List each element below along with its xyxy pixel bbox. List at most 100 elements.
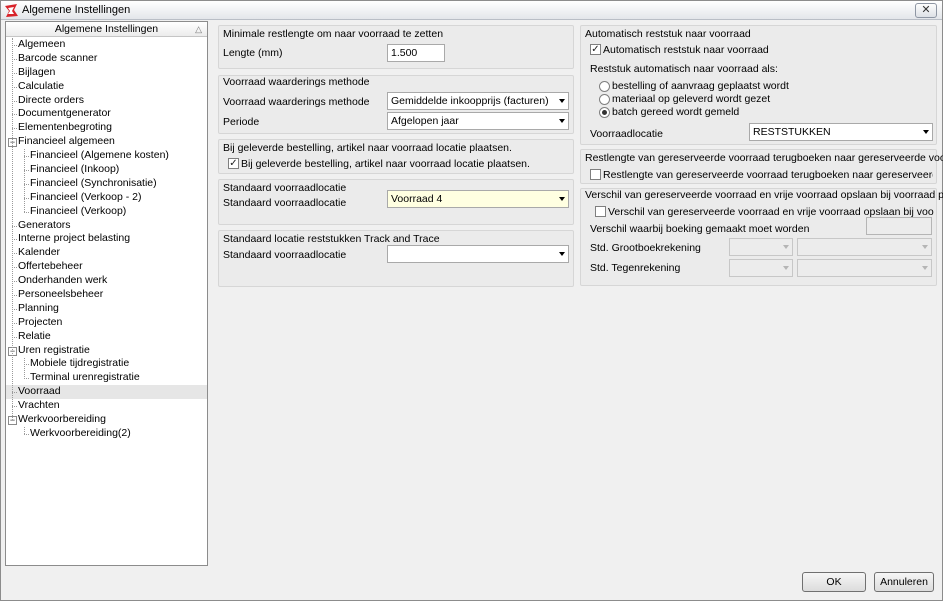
tree-item[interactable]: Offertebeheer	[6, 260, 207, 274]
grootboek-code-select[interactable]	[729, 238, 793, 256]
tree-item[interactable]: Voorraad	[6, 385, 207, 400]
cancel-button[interactable]: Annuleren	[874, 572, 934, 592]
tree-item[interactable]: − Uren registratie	[6, 344, 207, 358]
length-input[interactable]: 1.500	[387, 44, 445, 62]
radio-materiaal-label[interactable]: materiaal op geleverd wordt gezet	[612, 93, 770, 105]
grootboek-label: Std. Grootboekrekening	[590, 242, 701, 254]
radio-batch-label[interactable]: batch gereed wordt gemeld	[612, 106, 739, 118]
tree-item-label: Planning	[18, 301, 59, 314]
group-title: Voorraad waarderings methode	[223, 76, 370, 88]
tree-item-label: Vrachten	[18, 399, 60, 412]
settings-tree[interactable]: Algemene Instellingen △ Algemeen Barcode …	[5, 21, 208, 566]
tree-item[interactable]: Interne project belasting	[6, 232, 207, 246]
tree-item[interactable]: Werkvoorbereiding(2)	[6, 427, 207, 441]
tree-item[interactable]: Financieel (Algemene kosten)	[6, 149, 207, 163]
group-geleverd: Bij geleverde bestelling, artikel naar v…	[218, 139, 574, 174]
chevron-down-icon	[559, 252, 565, 256]
tree-item[interactable]: Documentgenerator	[6, 107, 207, 121]
tree-item[interactable]: Financieel (Verkoop)	[6, 205, 207, 219]
rest-location-select[interactable]: RESTSTUKKEN	[749, 123, 933, 141]
tree-item-label: Terminal urenregistratie	[30, 371, 140, 384]
tree-item-label: Mobiele tijdregistratie	[30, 357, 130, 370]
tree-item[interactable]: Planning	[6, 302, 207, 316]
track-location-label: Standaard voorraadlocatie	[223, 249, 347, 261]
tree-item[interactable]: Financieel (Synchronisatie)	[6, 177, 207, 191]
auto-rest-checkbox[interactable]: ✓	[590, 44, 601, 55]
tree-item[interactable]: Projecten	[6, 316, 207, 330]
terugboeken-checkbox[interactable]	[590, 169, 601, 180]
group-title: Bij geleverde bestelling, artikel naar v…	[223, 142, 512, 154]
standaard-location-select[interactable]: Voorraad 4	[387, 190, 569, 208]
tree-item[interactable]: Directe orders	[6, 94, 207, 108]
auto-rest-checkbox-label[interactable]: Automatisch reststuk naar voorraad	[603, 44, 769, 56]
group-title: Standaard locatie reststukken Track and …	[223, 233, 440, 245]
standaard-location-value: Voorraad 4	[391, 193, 443, 205]
tree-item[interactable]: Terminal urenregistratie	[6, 371, 207, 385]
title-bar[interactable]: Algemene Instellingen ✕	[1, 1, 942, 20]
tree-header[interactable]: Algemene Instellingen △	[6, 22, 207, 37]
radio-materiaal[interactable]	[599, 94, 610, 105]
tree-item[interactable]: Kalender	[6, 246, 207, 260]
group-title: Minimale restlengte om naar voorraad te …	[223, 28, 444, 40]
group-auto-rest: Automatisch reststuk naar voorraad ✓ Aut…	[580, 25, 937, 145]
tree-item[interactable]: Elementenbegroting	[6, 121, 207, 135]
waarderings-method-label: Voorraad waarderings methode	[223, 96, 370, 108]
tree-item-label: Algemeen	[18, 38, 66, 50]
radio-bestelling[interactable]	[599, 81, 610, 92]
tree-item[interactable]: Generators	[6, 219, 207, 233]
ok-button[interactable]: OK	[802, 572, 866, 592]
auto-rest-sub-label: Reststuk automatisch naar voorraad als:	[590, 63, 778, 75]
chevron-down-icon	[559, 99, 565, 103]
tree-item[interactable]: Onderhanden werk	[6, 274, 207, 288]
verschil-checkbox[interactable]	[595, 206, 606, 217]
tree-item[interactable]: Bijlagen	[6, 66, 207, 80]
tree-item[interactable]: Financieel (Verkoop - 2)	[6, 191, 207, 205]
tree-item-label: Calculatie	[18, 79, 65, 92]
sort-ascending-icon: △	[195, 24, 202, 34]
group-title: Restlengte van gereserveerde voorraad te…	[585, 152, 943, 164]
waarderings-method-select[interactable]: Gemiddelde inkoopprijs (facturen)	[387, 92, 569, 110]
tree-item-label: Financieel algemeen	[18, 135, 115, 148]
radio-batch[interactable]	[599, 107, 610, 118]
tree-item[interactable]: − Financieel algemeen	[6, 135, 207, 149]
tree-item-label: Voorraad	[18, 385, 61, 398]
tree-item[interactable]: Calculatie	[6, 80, 207, 94]
tree-item[interactable]: Mobiele tijdregistratie	[6, 357, 207, 371]
tegenrekening-code-select[interactable]	[729, 259, 793, 277]
tree-item[interactable]: Vrachten	[6, 399, 207, 413]
grootboek-name-select[interactable]	[797, 238, 932, 256]
tree-item[interactable]: Financieel (Inkoop)	[6, 163, 207, 177]
tree-item[interactable]: Barcode scanner	[6, 52, 207, 66]
tree-item[interactable]: Relatie	[6, 330, 207, 344]
tree-item-label: Documentgenerator	[18, 107, 111, 120]
rest-location-value: RESTSTUKKEN	[753, 126, 831, 138]
periode-select[interactable]: Afgelopen jaar	[387, 112, 569, 130]
tree-guide-line	[24, 427, 25, 435]
app-logo-icon	[5, 4, 18, 17]
terugboeken-checkbox-label[interactable]: Restlengte van gereserveerde voorraad te…	[603, 169, 933, 181]
tree-item-label: Interne project belasting	[18, 232, 131, 245]
boeking-label: Verschil waarbij boeking gemaakt moet wo…	[590, 223, 810, 235]
tree-item[interactable]: Algemeen	[6, 38, 207, 52]
tree-item-label: Onderhanden werk	[18, 274, 108, 287]
tree-item-label: Elementenbegroting	[18, 121, 112, 134]
close-button[interactable]: ✕	[915, 3, 937, 18]
chevron-down-icon	[559, 119, 565, 123]
radio-bestelling-label[interactable]: bestelling of aanvraag geplaatst wordt	[612, 80, 789, 92]
tree-item-label: Werkvoorbereiding	[18, 413, 106, 426]
geleverd-checkbox[interactable]: ✓	[228, 158, 239, 169]
tree-item-label: Kalender	[18, 246, 61, 259]
tree-item[interactable]: Personeelsbeheer	[6, 288, 207, 302]
track-location-select[interactable]	[387, 245, 569, 263]
length-label: Lengte (mm)	[223, 47, 283, 59]
tegenrekening-label: Std. Tegenrekening	[590, 262, 681, 274]
geleverd-checkbox-label[interactable]: Bij geleverde bestelling, artikel naar v…	[241, 158, 530, 170]
tree-item-label: Barcode scanner	[18, 51, 98, 64]
tegenrekening-name-select[interactable]	[797, 259, 932, 277]
group-terugboeken: Restlengte van gereserveerde voorraad te…	[580, 149, 943, 184]
tree-item-label: Financieel (Inkoop)	[30, 163, 120, 176]
group-verschil: Verschil van gereserveerde voorraad en v…	[580, 188, 943, 286]
tree-list: Algemeen Barcode scanner Bijlagen Calculati…	[6, 38, 207, 441]
boeking-input[interactable]	[866, 217, 932, 235]
tree-item[interactable]: − Werkvoorbereiding	[6, 413, 207, 427]
